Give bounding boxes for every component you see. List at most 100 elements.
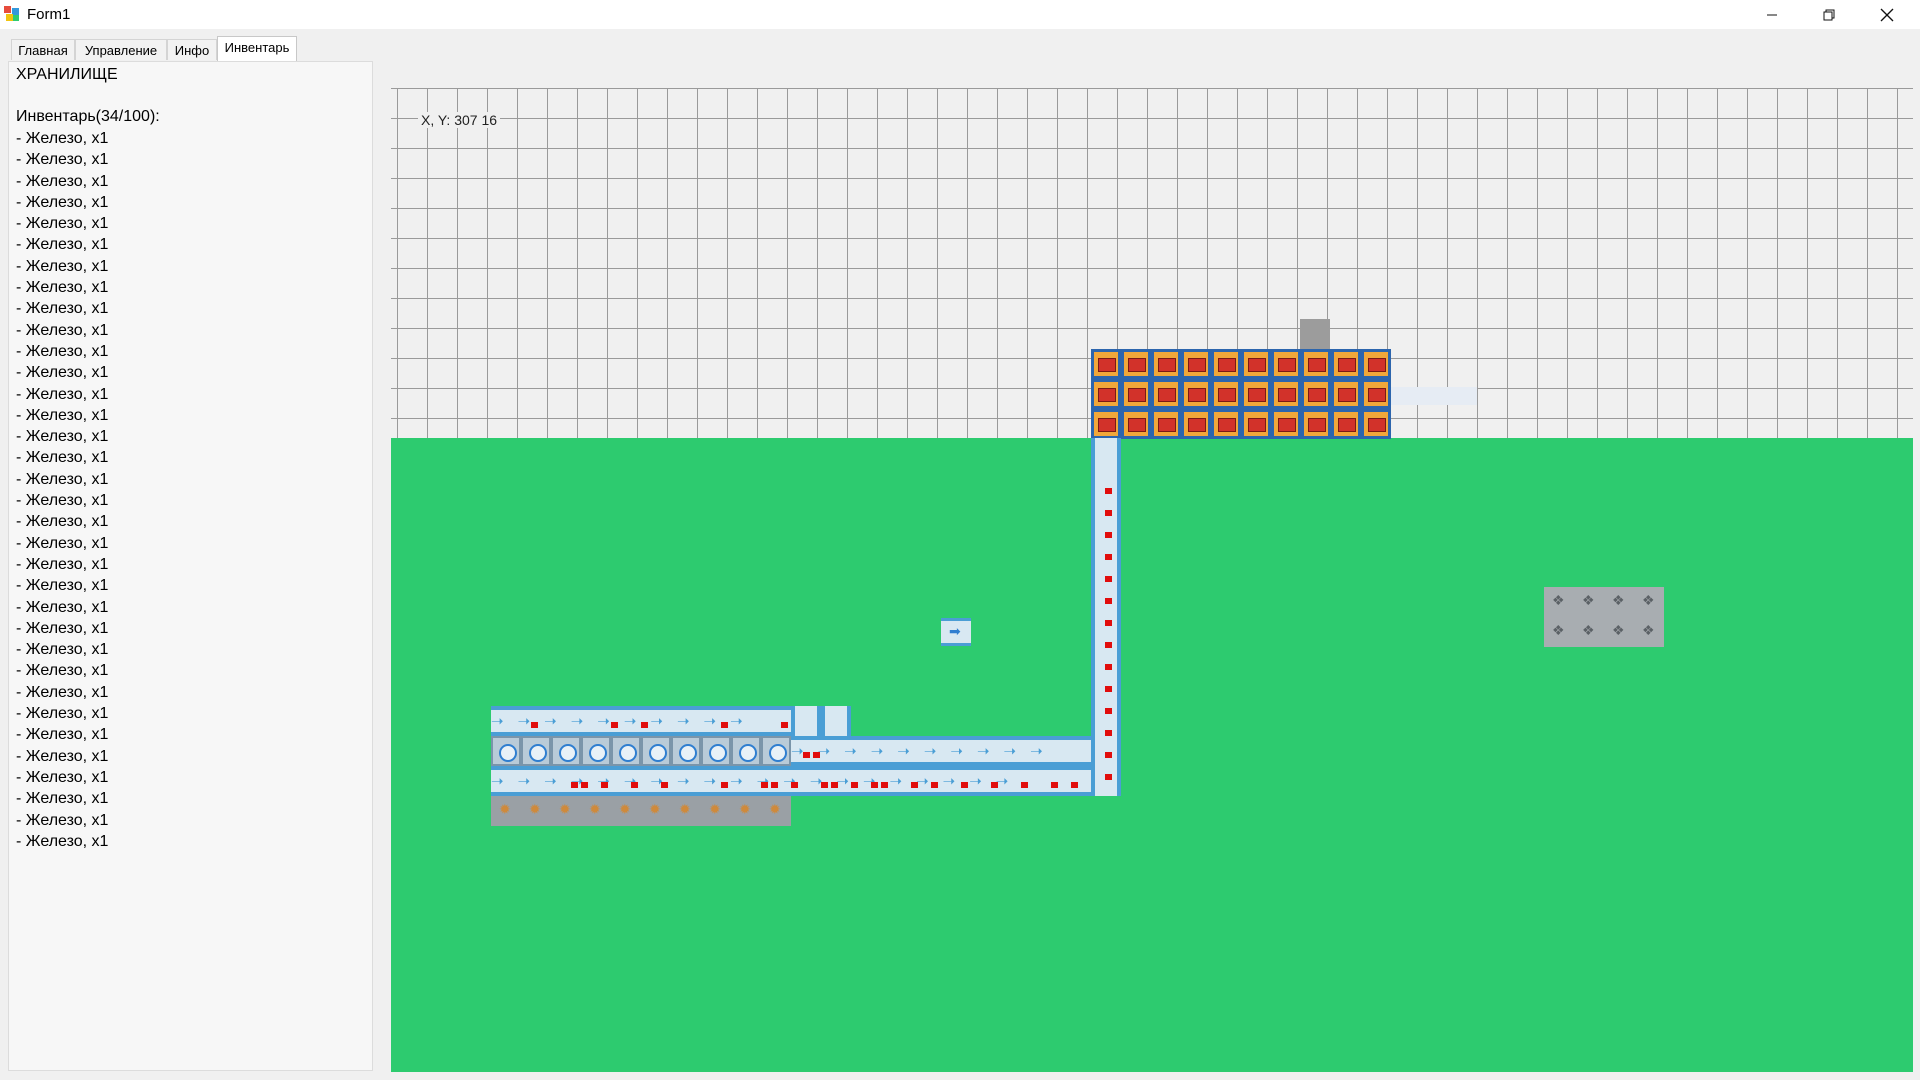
inventory-item: - Железо, x1 bbox=[16, 300, 109, 318]
inventory-item: - Железо, x1 bbox=[16, 705, 109, 723]
stone-ore-tile[interactable] bbox=[1634, 587, 1664, 617]
conveyor-belt[interactable]: ➝➝➝➝➝➝➝➝➝➝➝➝➝➝➝➝➝➝➝➝ bbox=[491, 766, 1091, 796]
inventory-item: - Железо, x1 bbox=[16, 577, 109, 595]
storage-chest[interactable] bbox=[1271, 379, 1301, 409]
drill-machine[interactable] bbox=[581, 736, 611, 766]
iron-ore-tile[interactable] bbox=[611, 796, 641, 826]
tab-control[interactable]: Управление bbox=[75, 39, 167, 60]
window-title: Form1 bbox=[27, 6, 71, 23]
iron-item bbox=[961, 782, 968, 788]
storage-chest[interactable] bbox=[1331, 379, 1361, 409]
iron-ore-tile[interactable] bbox=[491, 796, 521, 826]
storage-chest[interactable] bbox=[1211, 409, 1241, 439]
storage-chest[interactable] bbox=[1091, 409, 1121, 439]
drill-machine[interactable] bbox=[671, 736, 701, 766]
storage-chest[interactable] bbox=[1361, 349, 1391, 379]
iron-item bbox=[1105, 642, 1112, 648]
iron-item bbox=[803, 752, 810, 758]
restore-button[interactable] bbox=[1800, 0, 1858, 29]
placeholder-block[interactable] bbox=[1300, 319, 1330, 349]
iron-item bbox=[831, 782, 838, 788]
minimize-button[interactable] bbox=[1743, 0, 1801, 29]
storage-chest[interactable] bbox=[1241, 349, 1271, 379]
storage-chest[interactable] bbox=[1121, 349, 1151, 379]
inventory-header: Инвентарь(34/100): bbox=[16, 108, 160, 125]
iron-ore-tile[interactable] bbox=[671, 796, 701, 826]
single-conveyor[interactable] bbox=[941, 618, 971, 646]
storage-chest[interactable] bbox=[1181, 379, 1211, 409]
inventory-item: - Железо, x1 bbox=[16, 215, 109, 233]
storage-chest[interactable] bbox=[1211, 349, 1241, 379]
storage-chest[interactable] bbox=[1121, 379, 1151, 409]
storage-chest[interactable] bbox=[1241, 409, 1271, 439]
iron-ore-tile[interactable] bbox=[521, 796, 551, 826]
storage-chest[interactable] bbox=[1301, 379, 1331, 409]
storage-chest[interactable] bbox=[1361, 379, 1391, 409]
storage-chest[interactable] bbox=[1331, 409, 1361, 439]
iron-ore-tile[interactable] bbox=[701, 796, 731, 826]
iron-item bbox=[1105, 686, 1112, 692]
iron-ore-tile[interactable] bbox=[731, 796, 761, 826]
inventory-item: - Железо, x1 bbox=[16, 236, 109, 254]
iron-item bbox=[761, 782, 768, 788]
iron-item bbox=[571, 782, 578, 788]
conveyor-belt[interactable] bbox=[1091, 438, 1121, 796]
storage-chest[interactable] bbox=[1331, 349, 1361, 379]
stone-ore-tile[interactable] bbox=[1574, 587, 1604, 617]
stone-ore-tile[interactable] bbox=[1634, 617, 1664, 647]
close-icon bbox=[1880, 8, 1894, 21]
conveyor-belt[interactable]: ➝➝➝➝➝➝➝➝➝➝ bbox=[491, 706, 791, 736]
drill-machine[interactable] bbox=[521, 736, 551, 766]
tab-main[interactable]: Главная bbox=[11, 39, 75, 60]
stone-ore-tile[interactable] bbox=[1604, 587, 1634, 617]
inventory-item: - Железо, x1 bbox=[16, 641, 109, 659]
close-button[interactable] bbox=[1858, 0, 1916, 29]
storage-chest[interactable] bbox=[1181, 409, 1211, 439]
game-field[interactable]: X, Y: 307 16 ➝➝➝➝➝➝➝➝➝➝➝➝➝➝➝➝➝➝➝➝➝➝➝➝➝➝➝… bbox=[391, 88, 1913, 1072]
conveyor-belt[interactable]: ➝➝➝➝➝➝➝➝➝➝ bbox=[791, 736, 1091, 766]
tab-inventory[interactable]: Инвентарь bbox=[217, 36, 297, 61]
drill-machine[interactable] bbox=[551, 736, 581, 766]
drill-machine[interactable] bbox=[761, 736, 791, 766]
storage-chest[interactable] bbox=[1211, 379, 1241, 409]
inventory-list: - Железо, x1 - Железо, x1 - Железо, x1 - Же… bbox=[16, 128, 108, 852]
storage-chest[interactable] bbox=[1361, 409, 1391, 439]
iron-item bbox=[721, 722, 728, 728]
storage-chest[interactable] bbox=[1121, 409, 1151, 439]
iron-item bbox=[991, 782, 998, 788]
iron-ore-tile[interactable] bbox=[761, 796, 791, 826]
iron-item bbox=[1105, 488, 1112, 494]
storage-chest[interactable] bbox=[1091, 349, 1121, 379]
storage-chest[interactable] bbox=[1241, 379, 1271, 409]
tab-info[interactable]: Инфо bbox=[167, 39, 217, 60]
inventory-item: - Железо, x1 bbox=[16, 321, 109, 339]
drill-machine[interactable] bbox=[641, 736, 671, 766]
inventory-item: - Железо, x1 bbox=[16, 747, 109, 765]
iron-ore-tile[interactable] bbox=[581, 796, 611, 826]
storage-chest[interactable] bbox=[1151, 409, 1181, 439]
storage-chest[interactable] bbox=[1091, 379, 1121, 409]
iron-item bbox=[871, 782, 878, 788]
stone-ore-tile[interactable] bbox=[1544, 617, 1574, 647]
iron-ore-tile[interactable] bbox=[551, 796, 581, 826]
drill-machine[interactable] bbox=[731, 736, 761, 766]
conveyor-belt[interactable] bbox=[821, 706, 851, 736]
stone-ore-tile[interactable] bbox=[1604, 617, 1634, 647]
drill-machine[interactable] bbox=[491, 736, 521, 766]
storage-chest[interactable] bbox=[1301, 349, 1331, 379]
drill-machine[interactable] bbox=[701, 736, 731, 766]
stone-ore-tile[interactable] bbox=[1574, 617, 1604, 647]
inventory-item: - Железо, x1 bbox=[16, 555, 109, 573]
storage-chest[interactable] bbox=[1301, 409, 1331, 439]
storage-chest[interactable] bbox=[1181, 349, 1211, 379]
stone-ore-tile[interactable] bbox=[1544, 587, 1574, 617]
storage-chest[interactable] bbox=[1271, 409, 1301, 439]
inventory-item: - Железо, x1 bbox=[16, 832, 109, 850]
inventory-item: - Железо, x1 bbox=[16, 470, 109, 488]
storage-chest[interactable] bbox=[1271, 349, 1301, 379]
conveyor-belt[interactable] bbox=[791, 706, 821, 736]
storage-chest[interactable] bbox=[1151, 379, 1181, 409]
drill-machine[interactable] bbox=[611, 736, 641, 766]
iron-ore-tile[interactable] bbox=[641, 796, 671, 826]
storage-chest[interactable] bbox=[1151, 349, 1181, 379]
